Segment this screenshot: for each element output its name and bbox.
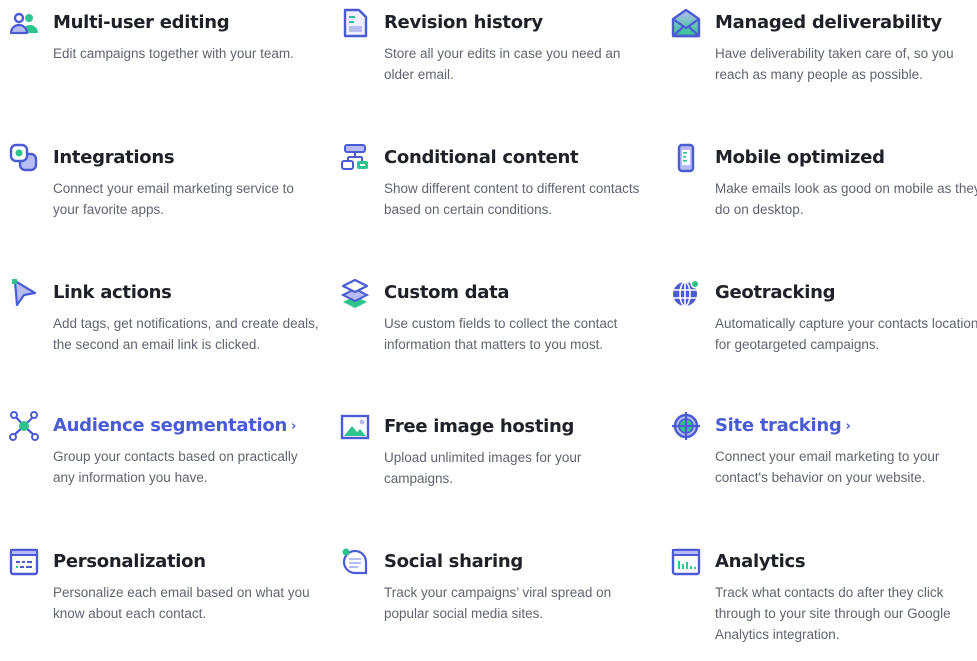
envelope-icon bbox=[670, 7, 702, 39]
feature-title: Mobile optimized bbox=[715, 147, 885, 168]
mobile-icon bbox=[670, 142, 702, 174]
feature-title: Conditional content bbox=[384, 147, 579, 168]
feature-description: Store all your edits in case you need an… bbox=[384, 46, 621, 82]
feature-title: Integrations bbox=[53, 147, 175, 168]
feature-description: Connect your email marketing service to … bbox=[53, 181, 294, 217]
feature-title: Managed deliverability bbox=[715, 12, 942, 33]
feature-description: Have deliverability taken care of, so yo… bbox=[715, 46, 954, 82]
feature-title: Link actions bbox=[53, 282, 172, 303]
network-icon bbox=[8, 410, 40, 442]
layers-icon bbox=[339, 277, 371, 309]
feature-description: Use custom fields to collect the contact… bbox=[384, 316, 618, 352]
feature-title: Audience segmentation bbox=[53, 415, 287, 436]
chat-bubble-icon bbox=[339, 546, 371, 578]
feature-description: Track what contacts do after they click … bbox=[715, 585, 951, 642]
audience-segmentation-link[interactable]: Audience segmentation › bbox=[53, 410, 296, 444]
chevron-right-icon: › bbox=[290, 419, 297, 434]
feature-title: Personalization bbox=[53, 551, 206, 572]
feature-description: Group your contacts based on practically… bbox=[53, 449, 298, 485]
feature-title: Multi-user editing bbox=[53, 12, 230, 33]
feature-title: Free image hosting bbox=[384, 416, 575, 437]
feature-description: Upload unlimited images for your campaig… bbox=[384, 450, 582, 486]
feature-title: Revision history bbox=[384, 12, 543, 33]
globe-icon bbox=[670, 277, 702, 309]
flowchart-icon bbox=[339, 142, 371, 174]
feature-title: Social sharing bbox=[384, 551, 523, 572]
feature-description: Track your campaigns’ viral spread on po… bbox=[384, 585, 612, 621]
chevron-right-icon: › bbox=[845, 419, 851, 434]
feature-description: Automatically capture your contacts loca… bbox=[715, 316, 977, 352]
feature-description: Connect your email marketing to your con… bbox=[715, 449, 940, 485]
integrations-icon bbox=[8, 142, 40, 174]
site-tracking-link[interactable]: Site tracking › bbox=[715, 410, 851, 444]
analytics-icon bbox=[670, 546, 702, 578]
feature-description: Personalize each email based on what you… bbox=[53, 585, 310, 621]
browser-form-icon bbox=[8, 546, 40, 578]
feature-description: Show different content to different cont… bbox=[384, 181, 640, 217]
document-icon bbox=[339, 7, 371, 39]
features-grid: Multi-user editing Edit campaigns togeth… bbox=[0, 0, 977, 661]
feature-description: Add tags, get notifications, and create … bbox=[53, 316, 319, 352]
users-icon bbox=[8, 7, 40, 39]
feature-description: Edit campaigns together with your team. bbox=[53, 46, 294, 61]
feature-title: Site tracking bbox=[715, 415, 842, 436]
feature-description: Make emails look as good on mobile as th… bbox=[715, 181, 977, 217]
target-icon bbox=[670, 410, 702, 442]
cursor-icon bbox=[8, 277, 40, 309]
feature-title: Analytics bbox=[715, 551, 806, 572]
image-icon bbox=[339, 411, 371, 443]
feature-title: Custom data bbox=[384, 282, 510, 303]
feature-title: Geotracking bbox=[715, 282, 836, 303]
